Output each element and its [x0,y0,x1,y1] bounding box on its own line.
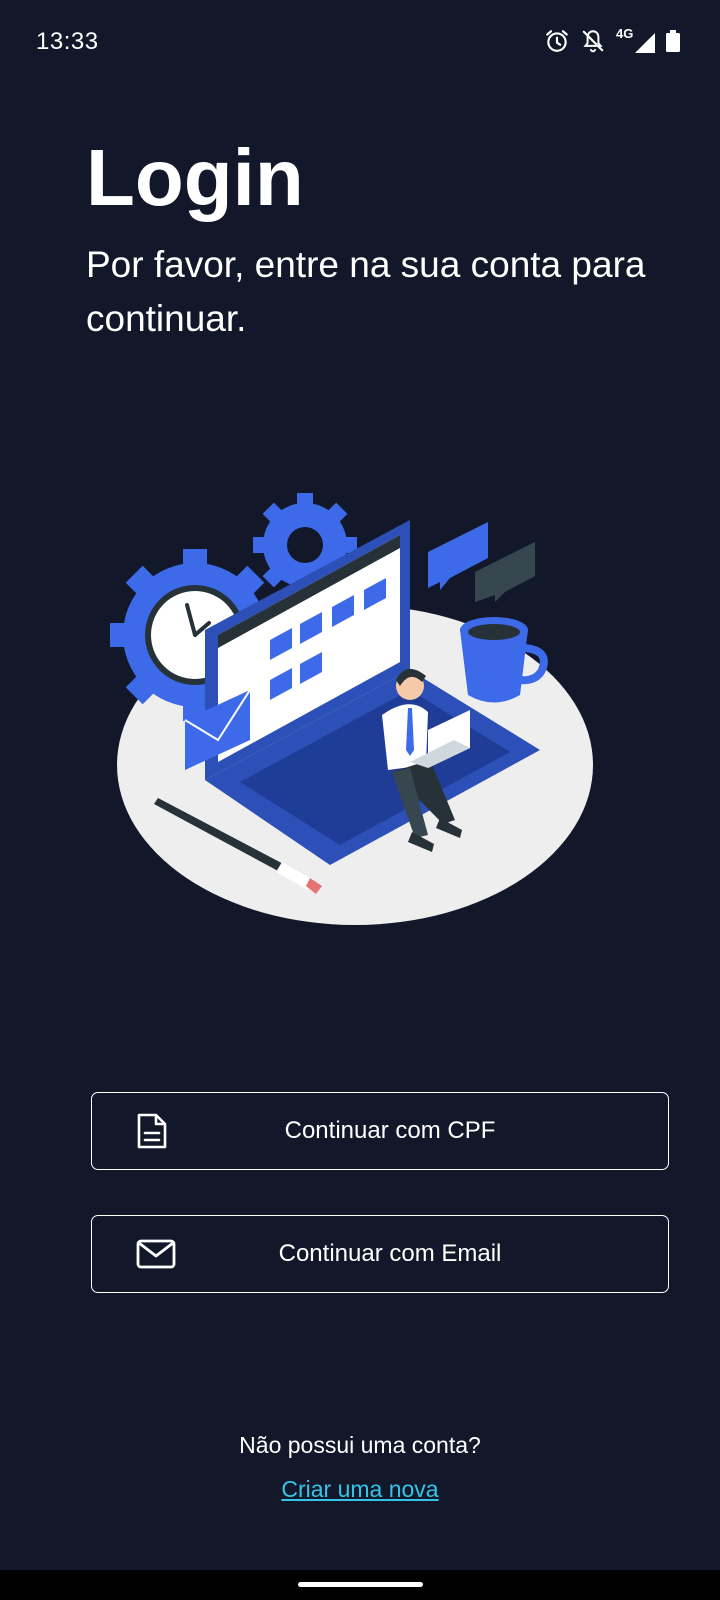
battery-icon [666,30,680,52]
status-icons: 4G [544,26,680,56]
laptop-workspace-illustration [110,493,593,925]
page-subtitle: Por favor, entre na sua conta para conti… [86,244,646,339]
cpf-button-label: Continuar com CPF [284,1117,496,1144]
no-account-prompt: Não possui uma conta? [239,1432,481,1458]
status-bar: 13:33 4G [0,0,720,80]
network-indicator: 4G [616,26,656,56]
signal-icon [635,33,655,53]
network-type-label: 4G [616,26,634,41]
home-gesture-handle[interactable] [298,1582,423,1587]
create-account-link[interactable]: Criar uma nova [0,1476,720,1503]
alarm-icon [546,30,568,52]
continue-with-cpf-button[interactable]: Continuar com CPF [91,1092,669,1170]
page-title: Login [86,133,304,222]
continue-with-email-button[interactable]: Continuar com Email [91,1215,669,1293]
notifications-off-icon [582,30,604,53]
navigation-bar [0,1570,720,1600]
status-time: 13:33 [36,28,99,55]
email-button-label: Continuar com Email [278,1240,502,1267]
